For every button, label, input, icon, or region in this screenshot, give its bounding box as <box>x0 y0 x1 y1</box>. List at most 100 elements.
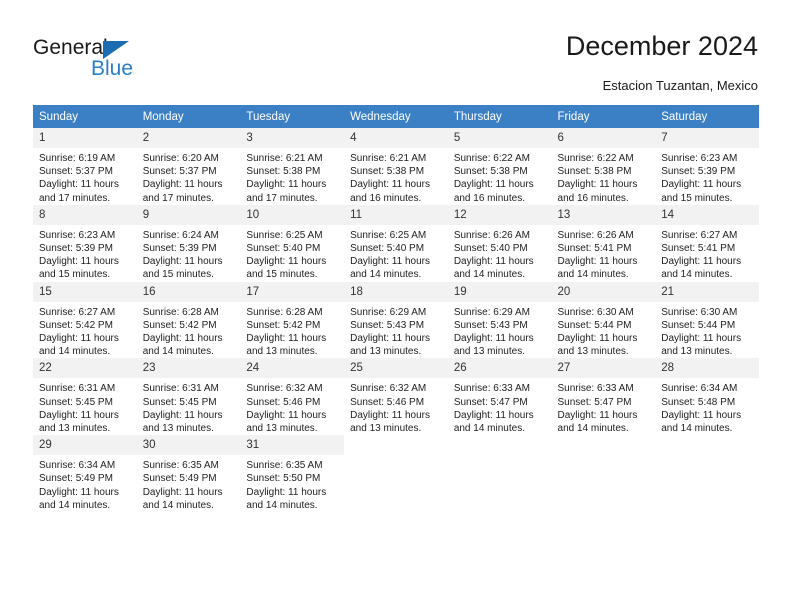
daylight-text: Daylight: 11 hours <box>453 256 534 268</box>
sunrise-text: Sunrise: 6:22 AM <box>557 153 634 164</box>
day-number: 6 <box>551 128 656 148</box>
sunrise-text: Sunrise: 6:33 AM <box>557 383 634 395</box>
daylight-text: Daylight: 11 hours <box>39 409 119 421</box>
sunset-text: Sunset: 5:44 PM <box>557 319 632 331</box>
day-details: Sunrise: 6:35 AM Sunset: 5:49 PM Daylight:… <box>137 455 241 512</box>
calendar-day-cell[interactable]: 6 Sunrise: 6:22 AM Sunset: 5:38 PM Daylight… <box>551 128 656 205</box>
daylight-text: Daylight: 11 hours <box>453 409 534 421</box>
calendar-day-cell[interactable]: 29 Sunrise: 6:34 AM Sunset: 5:49 PM Dayligh… <box>33 435 137 513</box>
day-details: Sunrise: 6:25 AM Sunset: 5:40 PM Daylight:… <box>240 225 344 282</box>
calendar-day-cell[interactable]: 12 Sunrise: 6:26 AM Sunset: 5:40 PM Dayligh… <box>447 204 552 282</box>
calendar-day-cell[interactable]: 18 Sunrise: 6:29 AM Sunset: 5:43 PM Dayligh… <box>344 281 448 359</box>
daylight-text: and 13 minutes. <box>453 346 525 358</box>
calendar-day-cell[interactable]: 17 Sunrise: 6:28 AM Sunset: 5:42 PM Dayligh… <box>240 281 345 359</box>
sunset-text: Sunset: 5:47 PM <box>557 396 632 408</box>
day-number: 9 <box>136 204 241 225</box>
sunrise-text: Sunrise: 6:29 AM <box>453 306 530 318</box>
daylight-text: and 13 minutes. <box>350 346 422 358</box>
calendar-day-cell[interactable]: 16 Sunrise: 6:28 AM Sunset: 5:42 PM Dayligh… <box>136 281 241 359</box>
calendar-day-cell[interactable]: 28 Sunrise: 6:34 AM Sunset: 5:48 PM Dayligh… <box>655 358 759 436</box>
daylight-text: Daylight: 11 hours <box>246 179 327 191</box>
daylight-text: Daylight: 11 hours <box>453 333 534 345</box>
daylight-text: and 14 minutes. <box>142 499 214 511</box>
daylight-text: and 16 minutes. <box>557 192 629 204</box>
sunrise-text: Sunrise: 6:34 AM <box>661 383 738 395</box>
calendar-day-cell[interactable]: 3 Sunrise: 6:21 AM Sunset: 5:38 PM Daylight… <box>240 128 345 205</box>
daylight-text: Daylight: 11 hours <box>661 256 742 268</box>
calendar-day-cell[interactable]: 20 Sunrise: 6:30 AM Sunset: 5:44 PM Dayligh… <box>551 281 656 359</box>
day-number: 1 <box>33 128 137 148</box>
calendar-day-cell[interactable]: 5 Sunrise: 6:22 AM Sunset: 5:38 PM Daylight… <box>447 128 552 205</box>
day-details: Sunrise: 6:29 AM Sunset: 5:43 PM Daylight:… <box>448 302 552 359</box>
calendar-day-cell[interactable]: 19 Sunrise: 6:29 AM Sunset: 5:43 PM Dayligh… <box>447 281 552 359</box>
daylight-text: Daylight: 11 hours <box>350 333 430 345</box>
day-number: 4 <box>344 128 448 148</box>
sunrise-text: Sunrise: 6:25 AM <box>246 229 323 241</box>
day-number: 16 <box>136 281 241 302</box>
day-details: Sunrise: 6:33 AM Sunset: 5:47 PM Daylight:… <box>552 378 656 435</box>
daylight-text: and 15 minutes. <box>39 269 111 281</box>
sunset-text: Sunset: 5:38 PM <box>453 166 528 178</box>
daylight-text: and 13 minutes. <box>246 423 318 435</box>
day-details: Sunrise: 6:31 AM Sunset: 5:45 PM Daylight:… <box>137 378 241 435</box>
calendar-day-cell[interactable]: 8 Sunrise: 6:23 AM Sunset: 5:39 PM Daylight… <box>33 204 137 282</box>
sunset-text: Sunset: 5:44 PM <box>661 319 736 331</box>
daylight-text: and 17 minutes. <box>142 192 214 204</box>
calendar-day-cell[interactable]: 27 Sunrise: 6:33 AM Sunset: 5:47 PM Dayligh… <box>551 358 656 436</box>
daylight-text: and 13 minutes. <box>39 423 111 435</box>
sunrise-text: Sunrise: 6:22 AM <box>453 153 530 164</box>
day-number: 19 <box>447 281 552 302</box>
calendar-day-cell[interactable]: 21 Sunrise: 6:30 AM Sunset: 5:44 PM Dayligh… <box>655 281 759 359</box>
calendar-header-row: Sunday Monday Tuesday Wednesday Thursday… <box>33 105 759 128</box>
day-details: Sunrise: 6:22 AM Sunset: 5:38 PM Daylight:… <box>552 148 656 205</box>
sunset-text: Sunset: 5:42 PM <box>142 319 217 331</box>
calendar-day-cell[interactable]: 23 Sunrise: 6:31 AM Sunset: 5:45 PM Dayligh… <box>136 358 241 436</box>
daylight-text: Daylight: 11 hours <box>246 333 327 345</box>
general-blue-logo[interactable]: General Blue <box>33 36 193 86</box>
daylight-text: Daylight: 11 hours <box>246 486 327 498</box>
calendar-day-cell[interactable]: 24 Sunrise: 6:32 AM Sunset: 5:46 PM Dayligh… <box>240 358 345 436</box>
calendar-day-cell[interactable]: 11 Sunrise: 6:25 AM Sunset: 5:40 PM Dayligh… <box>344 204 448 282</box>
calendar-day-cell[interactable]: 25 Sunrise: 6:32 AM Sunset: 5:46 PM Dayligh… <box>344 358 448 436</box>
sunrise-text: Sunrise: 6:28 AM <box>246 306 323 318</box>
calendar-day-cell[interactable]: 4 Sunrise: 6:21 AM Sunset: 5:38 PM Daylight… <box>344 128 448 205</box>
sunrise-text: Sunrise: 6:23 AM <box>661 153 738 164</box>
day-details: Sunrise: 6:32 AM Sunset: 5:46 PM Daylight:… <box>344 378 448 435</box>
daylight-text: and 14 minutes. <box>39 499 111 511</box>
sunset-text: Sunset: 5:38 PM <box>557 166 632 178</box>
calendar-week-row: 8 Sunrise: 6:23 AM Sunset: 5:39 PM Daylight… <box>33 204 759 282</box>
calendar-day-cell[interactable]: 31 Sunrise: 6:35 AM Sunset: 5:50 PM Dayligh… <box>240 435 345 513</box>
daylight-text: Daylight: 11 hours <box>142 333 223 345</box>
day-number: 25 <box>344 358 448 379</box>
calendar-day-cell[interactable]: 14 Sunrise: 6:27 AM Sunset: 5:41 PM Dayligh… <box>655 204 759 282</box>
sunrise-text: Sunrise: 6:24 AM <box>142 229 219 241</box>
calendar-day-cell[interactable]: 2 Sunrise: 6:20 AM Sunset: 5:37 PM Daylight… <box>136 128 241 205</box>
day-number: 26 <box>447 358 552 379</box>
day-number: 17 <box>240 281 345 302</box>
daylight-text: Daylight: 11 hours <box>142 409 223 421</box>
calendar-day-cell[interactable]: 26 Sunrise: 6:33 AM Sunset: 5:47 PM Dayligh… <box>447 358 552 436</box>
sunset-text: Sunset: 5:40 PM <box>350 243 425 255</box>
calendar-day-cell[interactable]: 15 Sunrise: 6:27 AM Sunset: 5:42 PM Dayligh… <box>33 281 137 359</box>
sunset-text: Sunset: 5:46 PM <box>246 396 321 408</box>
calendar-day-cell[interactable]: 9 Sunrise: 6:24 AM Sunset: 5:39 PM Daylight… <box>136 204 241 282</box>
calendar-day-cell[interactable]: 7 Sunrise: 6:23 AM Sunset: 5:39 PM Daylight… <box>655 128 759 205</box>
daylight-text: Daylight: 11 hours <box>350 179 430 191</box>
calendar-day-cell[interactable]: 30 Sunrise: 6:35 AM Sunset: 5:49 PM Dayligh… <box>136 435 241 513</box>
day-number: 10 <box>240 204 345 225</box>
calendar-day-cell[interactable]: 10 Sunrise: 6:25 AM Sunset: 5:40 PM Dayligh… <box>240 204 345 282</box>
day-details: Sunrise: 6:32 AM Sunset: 5:46 PM Daylight:… <box>240 378 344 435</box>
weekday-header-thursday: Thursday <box>447 105 552 128</box>
sunset-text: Sunset: 5:41 PM <box>557 243 632 255</box>
day-number: 29 <box>33 435 137 456</box>
daylight-text: and 13 minutes. <box>350 423 422 435</box>
calendar-day-cell[interactable]: 13 Sunrise: 6:26 AM Sunset: 5:41 PM Dayligh… <box>551 204 656 282</box>
calendar-day-cell[interactable]: 1 Sunrise: 6:19 AM Sunset: 5:37 PM Daylight… <box>33 128 137 205</box>
day-number: 20 <box>551 281 656 302</box>
sunset-text: Sunset: 5:42 PM <box>39 319 113 331</box>
daylight-text: Daylight: 11 hours <box>39 333 119 345</box>
calendar-day-cell[interactable]: 22 Sunrise: 6:31 AM Sunset: 5:45 PM Dayligh… <box>33 358 137 436</box>
day-number: 31 <box>240 435 345 456</box>
daylight-text: and 14 minutes. <box>453 269 525 281</box>
sunrise-text: Sunrise: 6:35 AM <box>142 460 219 472</box>
